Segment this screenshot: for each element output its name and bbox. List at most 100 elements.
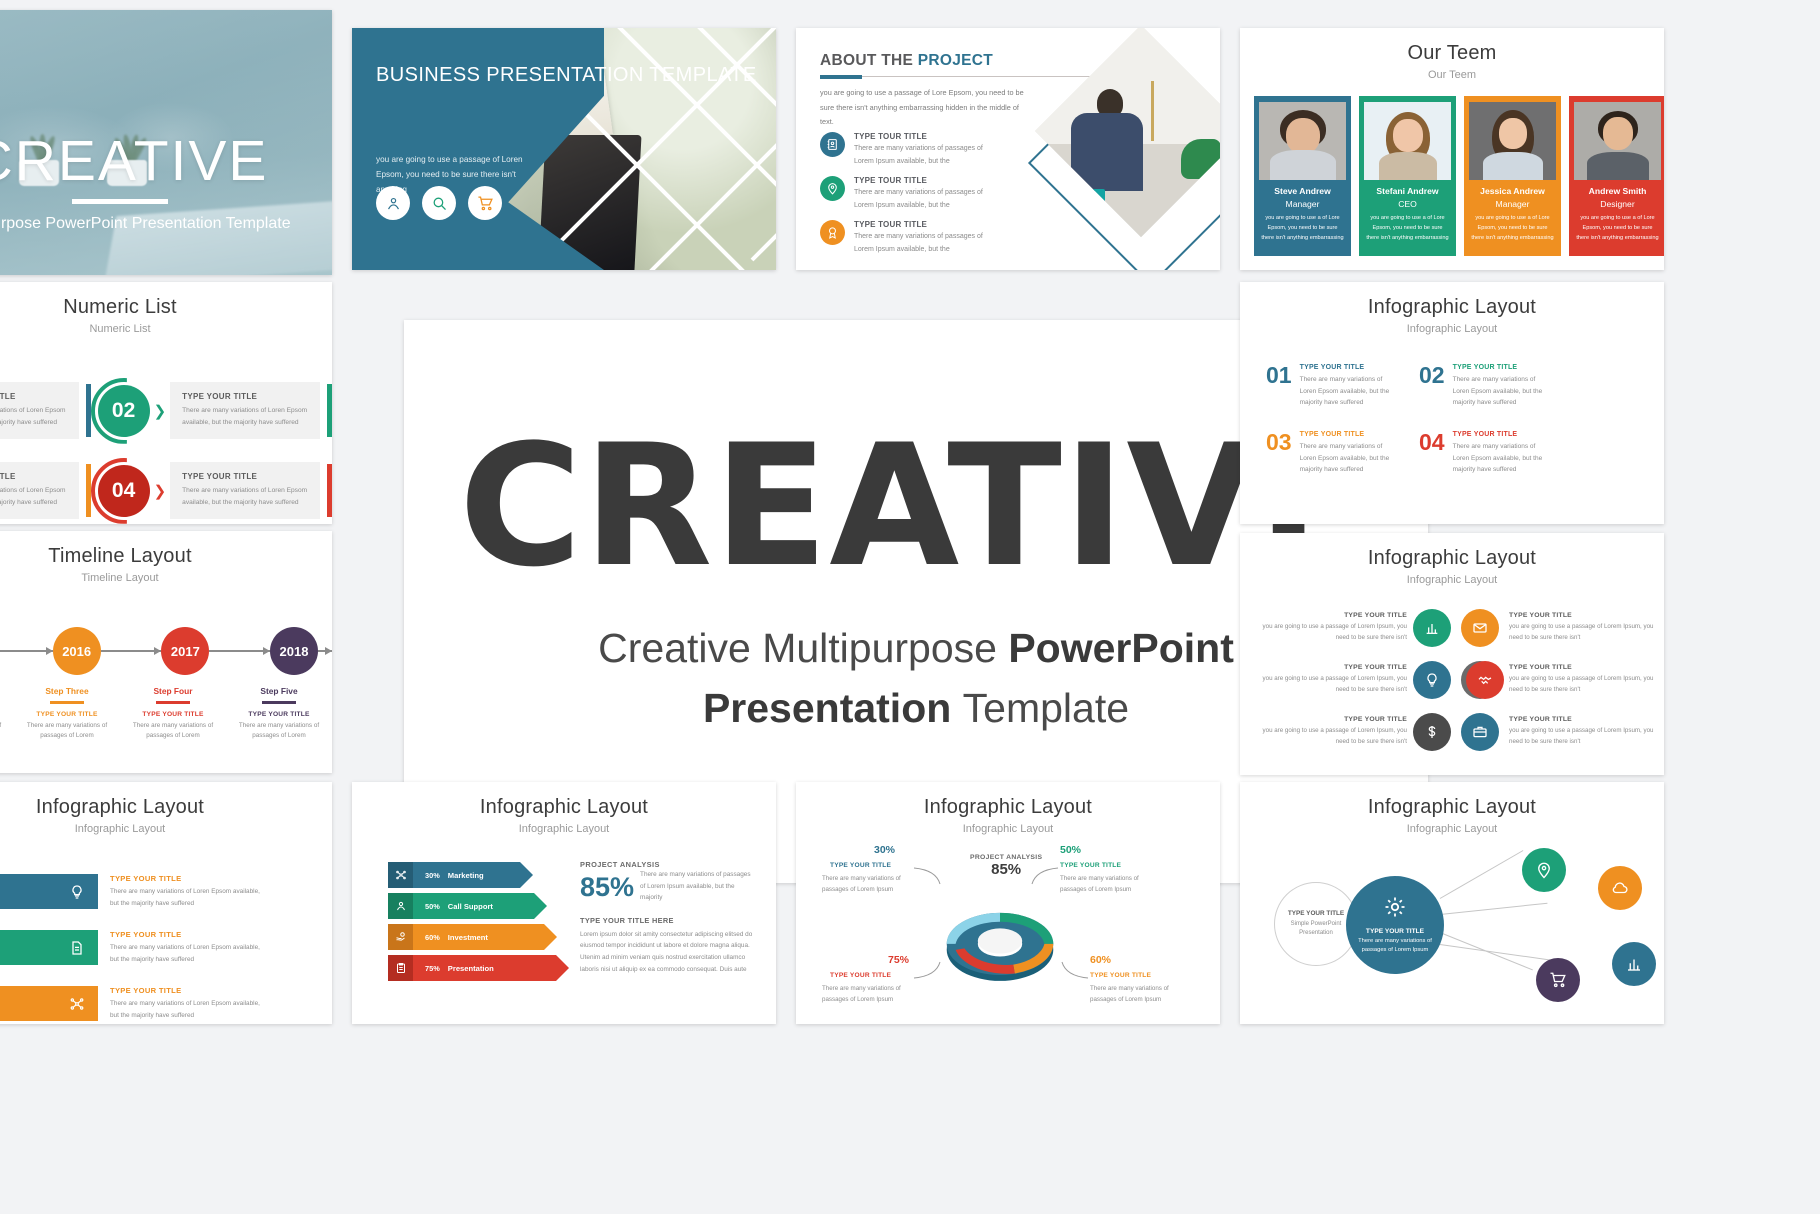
slide-infographic-network[interactable]: Infographic Layout Infographic Layout TY… — [1240, 782, 1664, 1024]
user-location-icon[interactable] — [376, 186, 410, 220]
row-desc: you are going to use a passage of Lorem … — [1262, 623, 1407, 641]
network-hub: TYPE YOUR TITLE There are many variation… — [1346, 876, 1444, 974]
timeline-label: Step Two TYPE YOUR TITLE There are many … — [0, 686, 14, 742]
donut-callout-pct: 60% — [1090, 954, 1112, 966]
infographic-number-cell: 02 TYPE YOUR TITLE There are many variat… — [1419, 363, 1556, 409]
timeline-arrow-icon — [209, 648, 271, 654]
timeline-desc: There are many variations of passages of… — [0, 721, 14, 742]
timeline-node[interactable]: 2018 — [270, 627, 319, 675]
about-body: you are going to use a passage of Lore E… — [820, 88, 1024, 127]
arrow-bar: 60% Investment — [388, 924, 569, 950]
clipboard-icon — [388, 955, 413, 981]
team-card[interactable]: Steve Andrew Manager you are going to us… — [1254, 96, 1351, 256]
infographic-donut-title: Infographic Layout — [923, 796, 1093, 818]
award-badge-icon — [820, 220, 845, 245]
arrow-label: Presentation — [447, 963, 494, 973]
cell-number: 01 — [1266, 362, 1292, 388]
slide-infographic-donut[interactable]: Infographic Layout Infographic Layout PR… — [796, 782, 1220, 1024]
hero-sub-bold: PowerPoint — [1008, 625, 1234, 671]
timeline-node[interactable]: 2017 — [161, 627, 210, 675]
timeline-year: 2018 — [279, 643, 309, 659]
slide-our-team[interactable]: Our Teem Our Teem Steve Andrew Manager y… — [1240, 28, 1664, 270]
banner-row[interactable]: TYPE YOUR TITLE TYPE YOUR TITLE There ar… — [0, 874, 260, 910]
numeric-box-title: TYPE YOUR TITLE — [182, 392, 258, 401]
slide-cover-creative[interactable]: CREATIVE Multipurpose PowerPoint Present… — [0, 10, 332, 275]
cell-desc: There are many variations of Loren Epsom… — [1452, 443, 1543, 474]
hub-desc: There are many variations of passages of… — [1358, 937, 1432, 953]
timeline-title: Timeline Layout — [48, 545, 192, 567]
numeric-box-desc: There are many variations of Loren Epsom… — [182, 407, 308, 427]
team-card[interactable]: Jessica Andrew Manager you are going to … — [1464, 96, 1561, 256]
about-divider — [820, 74, 1110, 79]
donut-callout-desc: There are many variations of passages of… — [1060, 875, 1139, 893]
team-member-role: Manager — [1495, 199, 1530, 209]
icon-row-right-text: TYPE YOUR TITLE you are going to use a p… — [1509, 716, 1658, 748]
infographic-banners-subtitle: Infographic Layout — [74, 823, 166, 835]
donut-callout-desc: There are many variations of passages of… — [822, 875, 901, 893]
cell-number: 04 — [1419, 429, 1445, 456]
donut-analysis: PROJECT ANALYSIS 85% — [970, 854, 1042, 878]
timeline-subtitle: Timeline Layout — [81, 572, 159, 584]
slide-infographic-arrows[interactable]: Infographic Layout Infographic Layout 30… — [352, 782, 776, 1024]
banner-title: TYPE YOUR TITLE — [110, 874, 182, 883]
business-icon-row — [376, 186, 502, 220]
donut-callout-desc: There are many variations of passages of… — [822, 985, 901, 1003]
money-hand-icon — [388, 924, 413, 950]
banner-tag: TYPE YOUR TITLE — [0, 930, 56, 966]
numeric-box-desc: There are many variations of Loren Epsom… — [182, 487, 308, 507]
arrow-chart: 30% Marketing 50% Call Support 60% Inves… — [388, 862, 569, 986]
about-heading: ABOUT THE PROJECT — [820, 52, 993, 70]
hero-sub-normal2: Template — [962, 685, 1130, 731]
numeric-right-box: TYPE YOUR TITLE There are many variation… — [170, 462, 321, 520]
arrow-percent: 30% — [425, 870, 440, 880]
team-member-name: Jessica Andrew — [1480, 186, 1545, 196]
arrow-bar: 30% Marketing — [388, 862, 569, 888]
numeric-subtitle: Numeric List — [89, 323, 151, 335]
icon-row-right-text: TYPE YOUR TITLE you are going to use a p… — [1509, 612, 1658, 644]
avatar — [1259, 102, 1346, 180]
slide-infographic-icons[interactable]: Infographic Layout Infographic Layout TY… — [1240, 533, 1664, 775]
map-pin-user-icon — [820, 176, 845, 201]
banner-row[interactable]: TYPE YOUR TITLE TYPE YOUR TITLE There ar… — [0, 986, 260, 1022]
infographic-number-cell: 01 TYPE YOUR TITLE There are many variat… — [1266, 362, 1403, 409]
slide-infographic-numbers[interactable]: Infographic Layout Infographic Layout 01… — [1240, 282, 1664, 524]
slide-timeline-layout[interactable]: Timeline Layout Timeline Layout 2015 201… — [0, 531, 332, 773]
infographic-banners-title: Infographic Layout — [35, 796, 205, 818]
cart-icon — [1536, 958, 1580, 1002]
slide-business-presentation[interactable]: NESS Economy of the European Union BUSIN… — [352, 28, 776, 270]
slide-about-project[interactable]: ABOUT THE PROJECT you are going to use a… — [796, 28, 1220, 270]
team-card[interactable]: Andrew Smith Designer you are going to u… — [1569, 96, 1664, 256]
team-member-name: Steve Andrew — [1274, 186, 1331, 196]
team-card[interactable]: Stefani Andrew CEO you are going to use … — [1359, 96, 1456, 256]
slide-gallery: CREATIVE Multipurpose PowerPoint Present… — [0, 0, 1820, 1214]
row-title: TYPE YOUR TITLE — [1509, 612, 1572, 620]
team-member-desc: you are going to use a of Lore Epsom, yo… — [1576, 215, 1659, 241]
shopping-cart-icon[interactable] — [468, 186, 502, 220]
numeric-box-title: TYPE YOUR TITLE — [0, 392, 16, 401]
numeric-accent-bar — [327, 464, 332, 518]
team-member-role: Designer — [1600, 199, 1635, 209]
network-icon — [56, 986, 98, 1022]
banner-desc: There are many variations of Loren Epsom… — [110, 888, 260, 907]
timeline-node[interactable]: 2016 — [52, 627, 101, 675]
about-item-title: TYPE TOUR TITLE — [854, 176, 928, 185]
icon-row-left-text: TYPE YOUR TITLE you are going to use a p… — [1258, 716, 1407, 748]
infographic-arrows-title: Infographic Layout — [479, 796, 649, 818]
chevron-right-icon: ❯ — [153, 482, 167, 500]
dollar-icon — [1413, 713, 1451, 751]
numeric-badge-value: 02 — [111, 398, 136, 422]
arrow-label: Call Support — [447, 901, 493, 911]
contact-book-icon — [820, 132, 845, 157]
row-title: TYPE YOUR TITLE — [1344, 716, 1407, 724]
banner-row[interactable]: TYPE YOUR TITLE TYPE YOUR TITLE There ar… — [0, 930, 260, 966]
team-member-name: Stefani Andrew — [1376, 186, 1439, 196]
avatar — [1574, 102, 1661, 180]
search-icon[interactable] — [422, 186, 456, 220]
numeric-box-title: TYPE YOUR TITLE — [0, 472, 16, 481]
slide-infographic-banners[interactable]: Infographic Layout Infographic Layout TY… — [0, 782, 332, 1024]
donut-analysis-label: PROJECT ANALYSIS — [970, 854, 1043, 861]
slide-numeric-list[interactable]: Numeric List Numeric List ❯ TYPE YOUR TI… — [0, 282, 332, 524]
row-title: TYPE YOUR TITLE — [1344, 612, 1407, 620]
cell-title: TYPE YOUR TITLE — [1299, 364, 1365, 371]
envelope-icon — [1461, 609, 1499, 647]
